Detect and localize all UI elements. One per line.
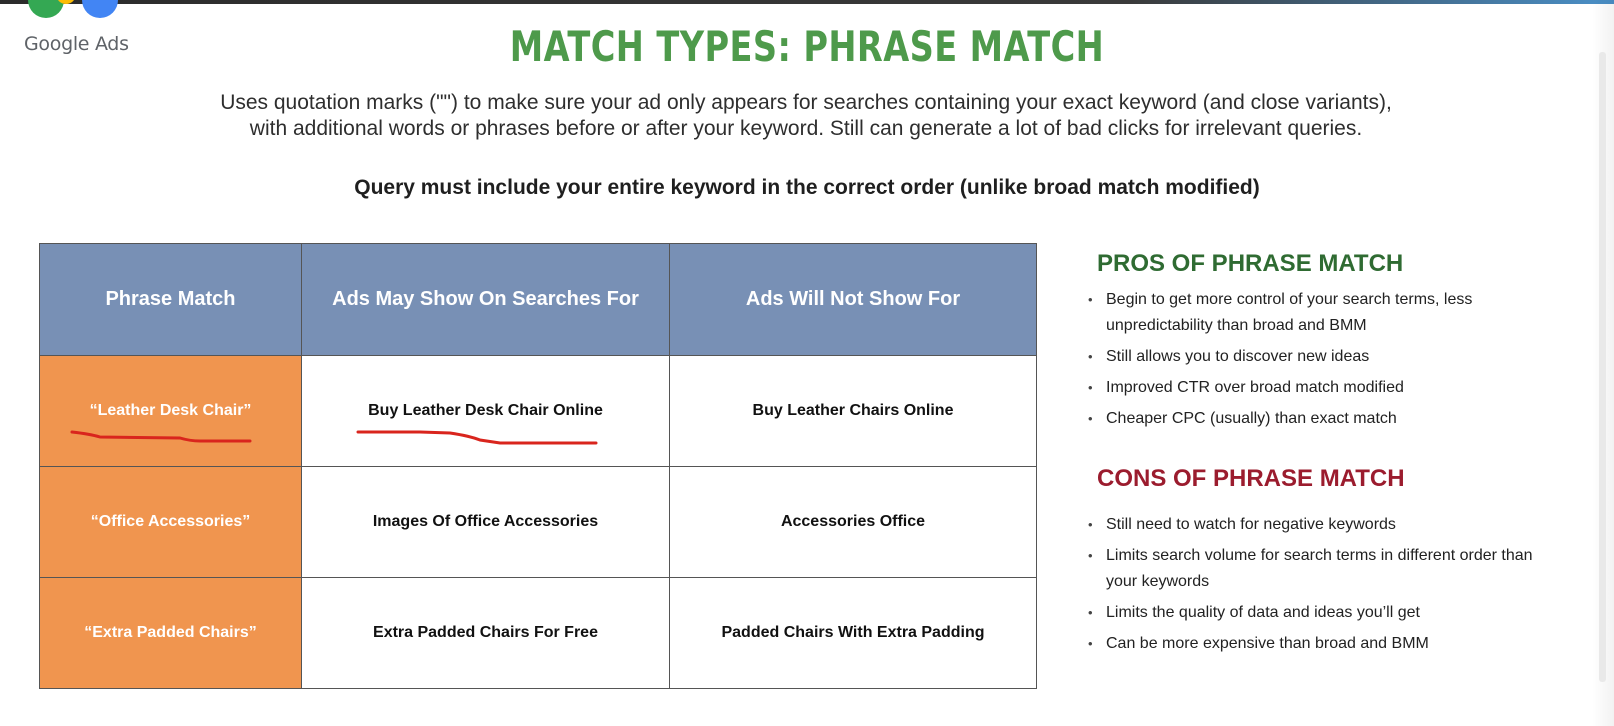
keyword-cell: “Leather Desk Chair” xyxy=(39,355,302,467)
list-item: Limits search volume for search terms in… xyxy=(1088,543,1568,595)
will-not-show-cell: Accessories Office xyxy=(669,466,1037,578)
top-border xyxy=(0,0,1614,4)
list-item: Cheaper CPC (usually) than exact match xyxy=(1088,406,1568,432)
cons-list: Still need to watch for negative keyword… xyxy=(1088,512,1568,662)
list-item: Improved CTR over broad match modified xyxy=(1088,375,1568,401)
may-show-cell: Extra Padded Chairs For Free xyxy=(301,577,670,689)
list-item: Begin to get more control of your search… xyxy=(1088,287,1568,339)
table-header: Ads Will Not Show For xyxy=(669,243,1037,356)
logo-text: Google Ads xyxy=(24,33,129,55)
match-table: Phrase Match Ads May Show On Searches Fo… xyxy=(39,243,1037,689)
list-item: Limits the quality of data and ideas you… xyxy=(1088,600,1568,626)
may-show-cell: Buy Leather Desk Chair Online xyxy=(301,355,670,467)
list-item: Can be more expensive than broad and BMM xyxy=(1088,631,1568,657)
scrollbar-track xyxy=(1599,52,1606,682)
keyword-cell: “Extra Padded Chairs” xyxy=(39,577,302,689)
cons-heading: CONS OF PHRASE MATCH xyxy=(1097,465,1405,492)
table-row: “Extra Padded Chairs” Extra Padded Chair… xyxy=(39,577,1037,689)
list-item: Still need to watch for negative keyword… xyxy=(1088,512,1568,538)
table-header: Phrase Match xyxy=(39,243,302,356)
intro-emphasis: Query must include your entire keyword i… xyxy=(354,176,1260,199)
table-row: “Leather Desk Chair” Buy Leather Desk Ch… xyxy=(39,355,1037,467)
google-ads-logo-icon xyxy=(28,0,118,18)
pros-heading: PROS OF PHRASE MATCH xyxy=(1097,250,1404,277)
pros-list: Begin to get more control of your search… xyxy=(1088,287,1568,437)
table-header: Ads May Show On Searches For xyxy=(301,243,670,356)
may-show-cell: Images Of Office Accessories xyxy=(301,466,670,578)
will-not-show-cell: Buy Leather Chairs Online xyxy=(669,355,1037,467)
keyword-cell: “Office Accessories” xyxy=(39,466,302,578)
list-item: Still allows you to discover new ideas xyxy=(1088,344,1568,370)
will-not-show-cell: Padded Chairs With Extra Padding xyxy=(669,577,1037,689)
intro-text: Uses quotation marks ("") to make sure y… xyxy=(220,91,1392,140)
page-title: MATCH TYPES: PHRASE MATCH xyxy=(509,22,1105,71)
table-row: “Office Accessories” Images Of Office Ac… xyxy=(39,466,1037,578)
table-header-row: Phrase Match Ads May Show On Searches Fo… xyxy=(39,243,1037,356)
